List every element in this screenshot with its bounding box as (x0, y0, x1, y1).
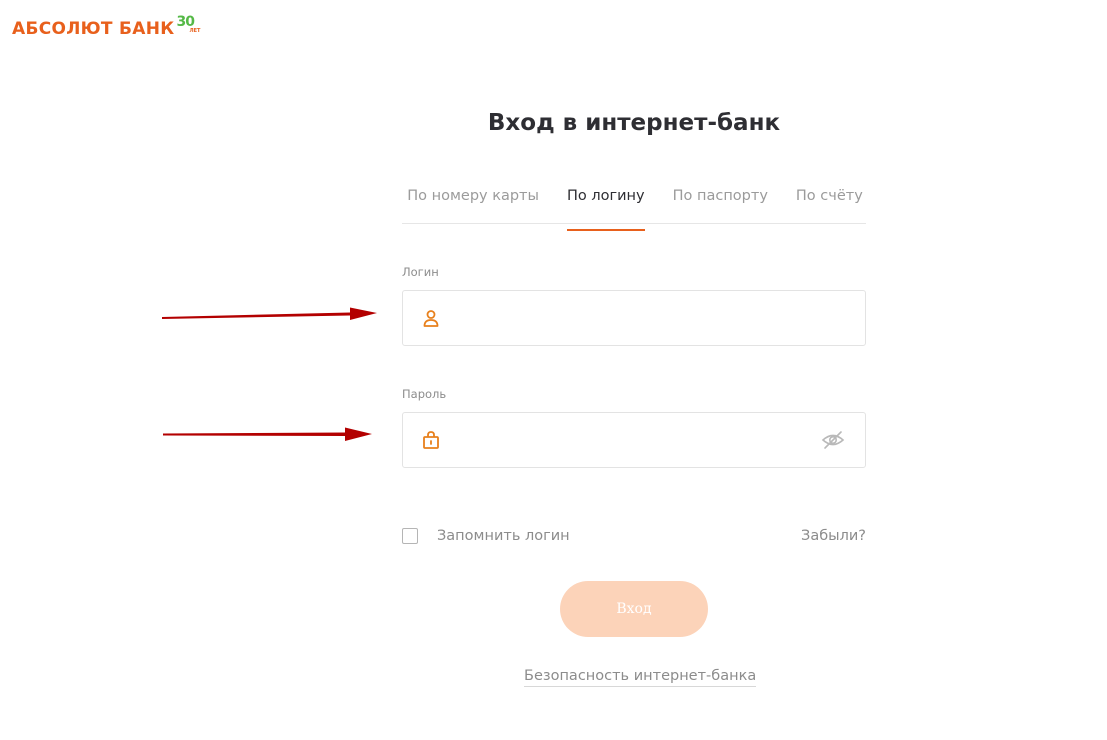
annotation-arrow-login (162, 307, 377, 320)
tab-account[interactable]: По счёту (796, 176, 863, 223)
remember-label: Запомнить логин (437, 528, 570, 544)
tab-login[interactable]: По логину (566, 176, 645, 231)
login-button[interactable]: Вход (560, 581, 708, 637)
forgot-link[interactable]: Забыли? (801, 528, 866, 544)
anniversary-badge: 30 ЛЕТ (176, 14, 201, 38)
remember-login[interactable]: Запомнить логин (402, 528, 570, 544)
bank-logo[interactable]: АБСОЛЮТ БАНК 30 ЛЕТ (12, 14, 201, 42)
remember-checkbox[interactable] (402, 528, 418, 544)
annotation-arrow-password (163, 427, 372, 441)
tab-passport[interactable]: По паспорту (673, 176, 768, 223)
tab-card-number[interactable]: По номеру карты (407, 176, 539, 223)
login-field-label: Логин (402, 265, 439, 279)
password-field[interactable] (402, 412, 866, 468)
login-field[interactable] (402, 290, 866, 346)
lock-icon (423, 431, 439, 449)
eye-hidden-icon[interactable] (821, 430, 845, 450)
login-method-tabs: По номеру карты По логину По паспорту По… (402, 176, 866, 231)
logo-text: АБСОЛЮТ БАНК (12, 19, 175, 39)
security-link[interactable]: Безопасность интернет-банка (524, 668, 757, 687)
anniversary-sub: ЛЕТ (189, 28, 201, 34)
login-page: АБСОЛЮТ БАНК 30 ЛЕТ Вход в интернет-банк… (0, 0, 1107, 740)
user-icon (423, 310, 439, 327)
login-input[interactable] (449, 291, 809, 345)
page-title: Вход в интернет-банк (487, 110, 781, 136)
password-input[interactable] (449, 413, 809, 467)
password-field-label: Пароль (402, 387, 447, 401)
